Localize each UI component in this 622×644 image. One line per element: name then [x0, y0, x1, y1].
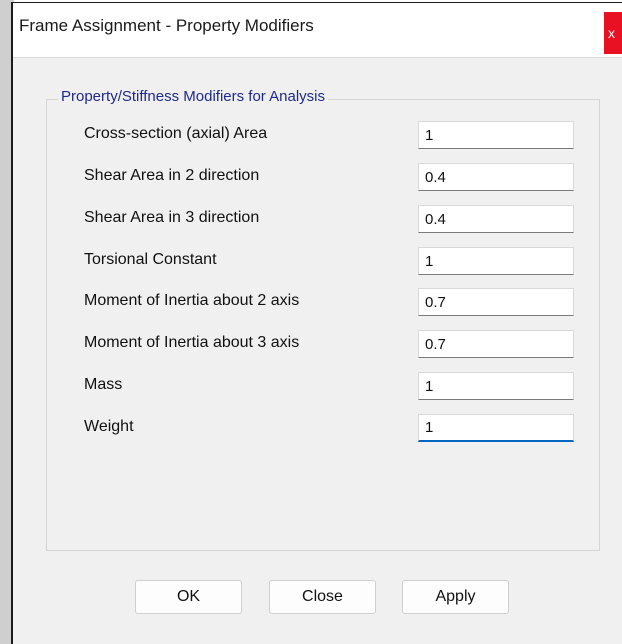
label-inertia-2: Moment of Inertia about 2 axis [84, 292, 300, 309]
inertia-2-input[interactable] [418, 288, 574, 316]
label-shear-area-2: Shear Area in 2 direction [84, 167, 260, 184]
property-modifiers-dialog: Frame Assignment - Property Modifiers x … [11, 2, 622, 644]
label-torsional-constant: Torsional Constant [84, 251, 217, 268]
apply-button[interactable]: Apply [402, 580, 509, 614]
shear-area-3-input[interactable] [418, 205, 574, 233]
axial-area-input[interactable] [418, 121, 574, 149]
ok-button[interactable]: OK [135, 580, 242, 614]
close-icon[interactable]: x [604, 12, 622, 54]
inertia-3-input[interactable] [418, 330, 574, 358]
label-inertia-3: Moment of Inertia about 3 axis [84, 334, 300, 351]
label-weight: Weight [84, 418, 134, 435]
mass-input[interactable] [418, 372, 574, 400]
label-axial-area: Cross-section (axial) Area [84, 125, 268, 142]
label-mass: Mass [84, 376, 123, 393]
dialog-title: Frame Assignment - Property Modifiers [19, 16, 314, 35]
dialog-body: Property/Stiffness Modifiers for Analysi… [13, 57, 622, 644]
torsional-constant-input[interactable] [418, 247, 574, 275]
close-button[interactable]: Close [269, 580, 376, 614]
groupbox-label: Property/Stiffness Modifiers for Analysi… [58, 88, 328, 105]
weight-input[interactable] [418, 414, 574, 442]
label-shear-area-3: Shear Area in 3 direction [84, 209, 260, 226]
shear-area-2-input[interactable] [418, 163, 574, 191]
title-bar: Frame Assignment - Property Modifiers [13, 3, 622, 51]
